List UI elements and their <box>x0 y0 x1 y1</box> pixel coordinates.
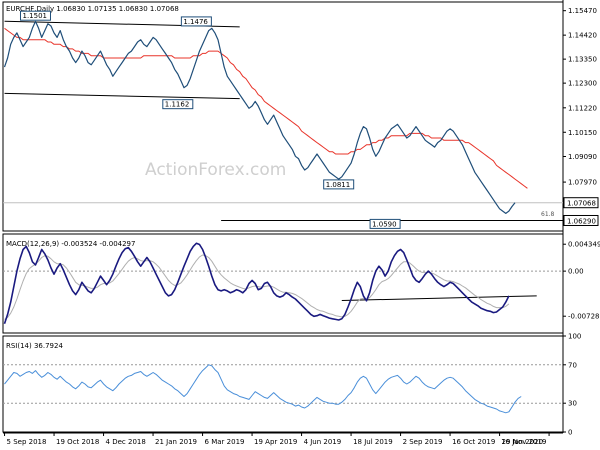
price-tick-label-6: 1.09090 <box>568 153 597 161</box>
x-tick-label-8: 2 Sep 2019 <box>403 438 443 446</box>
annotation-label-1: 1.1476 <box>183 18 208 26</box>
price-panel-frame <box>2 1 564 232</box>
x-tick-label-5: 19 Apr 2019 <box>254 438 297 446</box>
chart-root: ActionForex.com EURCHF,Daily 1.06830 1.07… <box>0 0 600 450</box>
price-tick-label-1: 1.14420 <box>568 32 597 40</box>
annotation-label-4: 1.0590 <box>372 220 397 228</box>
rsi-panel-frame <box>2 335 564 433</box>
price-tick-label-0: 1.15470 <box>568 7 597 15</box>
price-tick-label-4: 1.11220 <box>568 104 597 112</box>
price-tick-label-7: 1.07970 <box>568 179 597 187</box>
x-tick-label-3: 21 Jan 2019 <box>155 438 197 446</box>
rsi-tick-label-3: 0 <box>568 429 572 437</box>
fib-label: 61.8 <box>541 211 555 218</box>
x-tick-label-11: 16 Jan 2020 <box>501 438 543 446</box>
price-tick-label-5: 1.10150 <box>568 129 597 137</box>
last-price-label: 1.07068 <box>567 200 596 208</box>
chart-svg: ActionForex.comEURCHF,Daily 1.06830 1.07… <box>2 0 600 446</box>
x-tick-label-4: 6 Mar 2019 <box>205 438 245 446</box>
x-tick-label-0: 5 Sep 2018 <box>7 438 47 446</box>
watermark: ActionForex.com <box>145 160 286 180</box>
price-tick-label-2: 1.13350 <box>568 56 597 64</box>
rsi-title: RSI(14) 36.7924 <box>6 342 63 350</box>
macd-tick-label-1: 0.00 <box>568 268 584 276</box>
annotation-label-0: 1.1501 <box>22 12 47 20</box>
x-tick-label-2: 4 Dec 2018 <box>106 438 146 446</box>
rsi-tick-label-2: 30 <box>568 400 577 408</box>
rsi-tick-label-0: 100 <box>568 333 581 341</box>
x-tick-label-7: 18 Jul 2019 <box>353 438 393 446</box>
macd-panel-frame <box>2 233 564 334</box>
x-tick-label-1: 19 Oct 2018 <box>56 438 99 446</box>
macd-tick-label-2: -0.007285 <box>568 313 600 321</box>
x-tick-label-9: 16 Oct 2019 <box>452 438 495 446</box>
macd-tick-label-0: 0.004349 <box>568 241 600 249</box>
support-box-label: 1.06290 <box>567 217 596 225</box>
rsi-tick-label-1: 70 <box>568 361 577 369</box>
annotation-label-3: 1.0811 <box>326 181 351 189</box>
x-tick-label-6: 4 Jun 2019 <box>304 438 342 446</box>
price-tick-label-3: 1.12300 <box>568 80 597 88</box>
annotation-label-2: 1.1162 <box>165 101 190 109</box>
